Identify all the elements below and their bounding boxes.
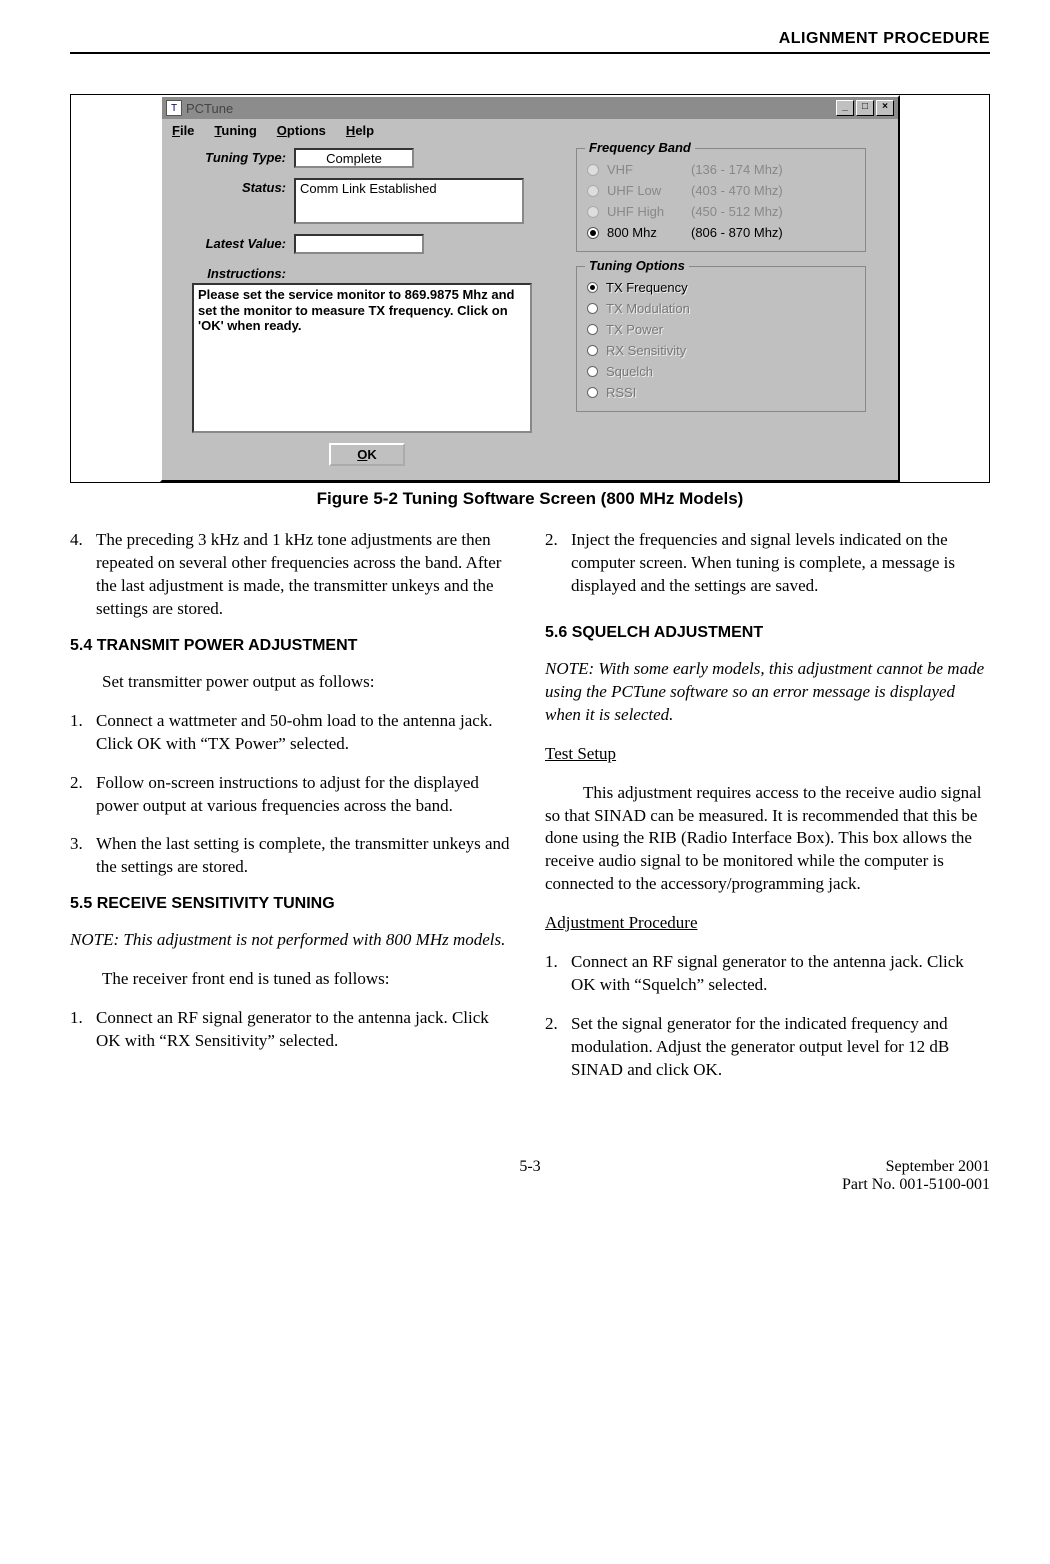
footer-date: September 2001 [683, 1158, 990, 1176]
radio-uhf-low: UHF Low (403 - 470 Mhz) [587, 180, 855, 201]
window-controls: _ □ × [836, 100, 894, 116]
radio-icon [587, 345, 598, 356]
radio-icon [587, 206, 599, 218]
minimize-button[interactable]: _ [836, 100, 854, 116]
radio-icon [587, 366, 598, 377]
note: NOTE: With some early models, this adjus… [545, 658, 990, 727]
opt-rx-sensitivity[interactable]: RX Sensitivity [587, 340, 855, 361]
label-status: Status: [172, 178, 294, 195]
left-column: 4.The preceding 3 kHz and 1 kHz tone adj… [70, 529, 515, 1098]
subheading-adjustment: Adjustment Procedure [545, 912, 990, 935]
opt-tx-frequency[interactable]: TX Frequency [587, 277, 855, 298]
menu-help[interactable]: Help [346, 123, 374, 138]
menu-options[interactable]: Options [277, 123, 326, 138]
opt-rssi[interactable]: RSSI [587, 382, 855, 403]
list-item: 1.Connect an RF signal generator to the … [545, 951, 990, 997]
radio-icon [587, 185, 599, 197]
radio-vhf: VHF (136 - 174 Mhz) [587, 159, 855, 180]
group-frequency-band: Frequency Band VHF (136 - 174 Mhz) UHF L… [576, 148, 866, 252]
header-rule [70, 52, 990, 54]
menu-tuning[interactable]: Tuning [214, 123, 256, 138]
note: NOTE: This adjustment is not performed w… [70, 929, 515, 952]
maximize-button[interactable]: □ [856, 100, 874, 116]
paragraph: Set transmitter power output as follows: [102, 671, 515, 694]
label-latest-value: Latest Value: [172, 234, 294, 251]
radio-icon [587, 164, 599, 176]
app-icon: T [166, 100, 182, 116]
pctune-window: T PCTune _ □ × File Tuning Options Help … [160, 95, 900, 482]
menu-bar: File Tuning Options Help [162, 119, 898, 142]
list-item: 4.The preceding 3 kHz and 1 kHz tone adj… [70, 529, 515, 621]
text-columns: 4.The preceding 3 kHz and 1 kHz tone adj… [70, 529, 990, 1098]
radio-800mhz[interactable]: 800 Mhz (806 - 870 Mhz) [587, 222, 855, 243]
field-tuning-type: Complete [294, 148, 414, 168]
opt-tx-modulation[interactable]: TX Modulation [587, 298, 855, 319]
opt-squelch[interactable]: Squelch [587, 361, 855, 382]
list-item: 3.When the last setting is complete, the… [70, 833, 515, 879]
group-title-freq: Frequency Band [585, 140, 695, 155]
title-bar: T PCTune _ □ × [162, 97, 898, 119]
radio-icon [587, 303, 598, 314]
subheading-test-setup: Test Setup [545, 743, 990, 766]
paragraph: The receiver front end is tuned as follo… [102, 968, 515, 991]
field-status: Comm Link Established [294, 178, 524, 224]
radio-icon [587, 324, 598, 335]
list-item: 1.Connect a wattmeter and 50-ohm load to… [70, 710, 515, 756]
figure-frame: T PCTune _ □ × File Tuning Options Help … [70, 94, 990, 483]
ok-button[interactable]: OK [329, 443, 405, 466]
radio-icon [587, 282, 598, 293]
window-title: PCTune [186, 101, 836, 116]
list-item: 2.Set the signal generator for the indic… [545, 1013, 990, 1082]
radio-icon [587, 227, 599, 239]
right-column: 2.Inject the frequencies and signal leve… [545, 529, 990, 1098]
label-tuning-type: Tuning Type: [172, 148, 294, 165]
field-latest-value [294, 234, 424, 254]
list-item: 1.Connect an RF signal generator to the … [70, 1007, 515, 1053]
radio-icon [587, 387, 598, 398]
heading-5-6: 5.6 SQUELCH ADJUSTMENT [545, 624, 990, 642]
group-tuning-options: Tuning Options TX Frequency TX Modulatio… [576, 266, 866, 412]
heading-5-4: 5.4 TRANSMIT POWER ADJUSTMENT [70, 637, 515, 655]
menu-file[interactable]: File [172, 123, 194, 138]
paragraph: This adjustment requires access to the r… [545, 782, 990, 897]
group-title-opts: Tuning Options [585, 258, 689, 273]
label-instructions: Instructions: [172, 264, 294, 281]
page-footer: 5-3 September 2001 Part No. 001-5100-001 [70, 1158, 990, 1194]
close-button[interactable]: × [876, 100, 894, 116]
heading-5-5: 5.5 RECEIVE SENSITIVITY TUNING [70, 895, 515, 913]
footer-part: Part No. 001-5100-001 [683, 1176, 990, 1194]
figure-caption: Figure 5-2 Tuning Software Screen (800 M… [70, 489, 990, 509]
running-header: ALIGNMENT PROCEDURE [70, 30, 990, 48]
radio-uhf-high: UHF High (450 - 512 Mhz) [587, 201, 855, 222]
page-number: 5-3 [377, 1158, 684, 1194]
list-item: 2.Inject the frequencies and signal leve… [545, 529, 990, 598]
list-item: 2.Follow on-screen instructions to adjus… [70, 772, 515, 818]
opt-tx-power[interactable]: TX Power [587, 319, 855, 340]
field-instructions: Please set the service monitor to 869.98… [192, 283, 532, 433]
